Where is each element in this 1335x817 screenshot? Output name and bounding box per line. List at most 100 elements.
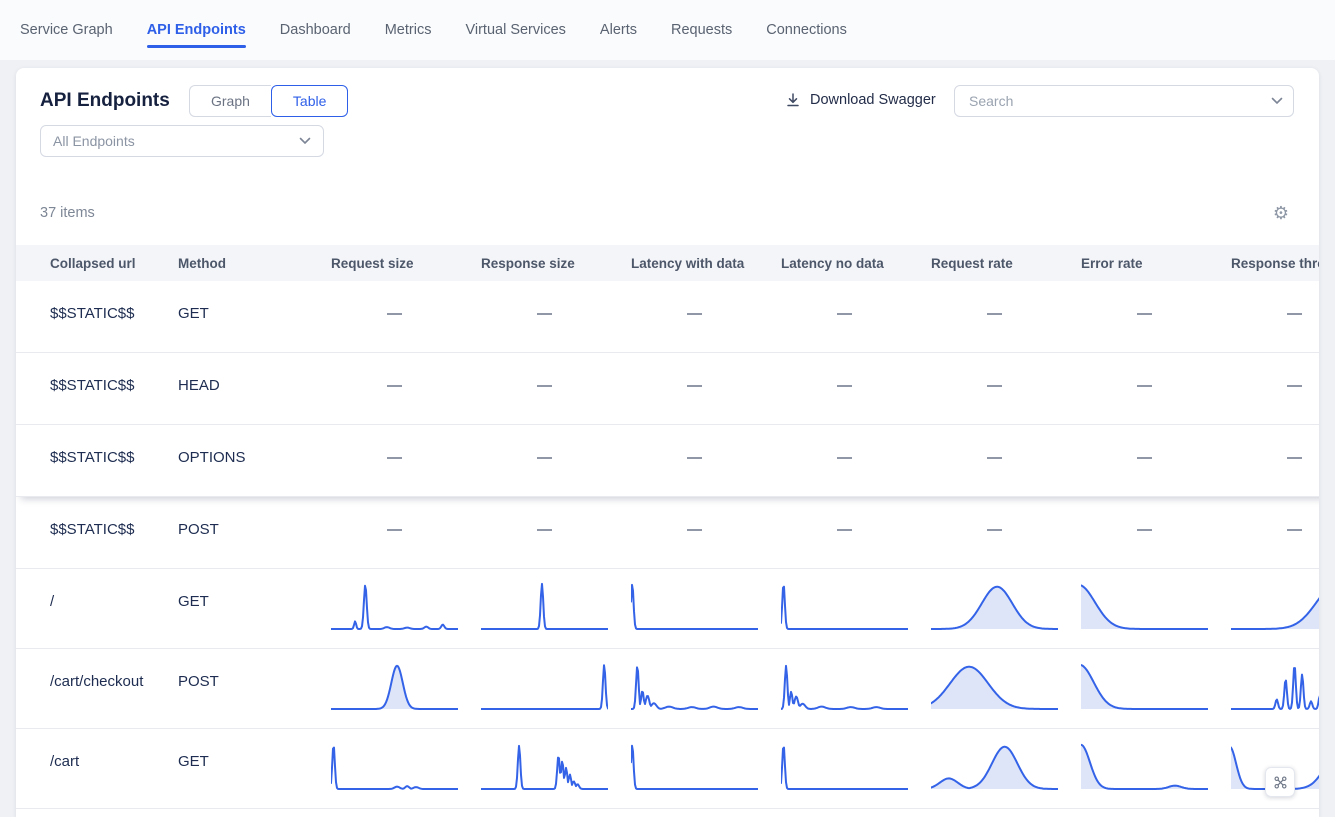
download-swagger-button[interactable]: Download Swagger <box>785 92 936 108</box>
graph-view-button[interactable]: Graph <box>189 85 271 117</box>
response-size-sparkline <box>481 729 631 808</box>
empty-value: — <box>781 425 908 466</box>
url-cell: / <box>16 569 178 648</box>
error-rate-sparkline <box>1081 729 1231 808</box>
response-throughput-sparkline <box>1231 569 1319 648</box>
empty-value: — <box>481 497 608 538</box>
column-header-collapsed-url: Collapsed url <box>16 256 178 271</box>
empty-value: — <box>481 425 608 466</box>
url-cell: $$STATIC$$ <box>16 425 178 496</box>
url-cell: $$STATIC$$ <box>16 497 178 568</box>
latency-with-data-empty-cell: — <box>631 353 781 424</box>
endpoint-row: $$STATIC$$GET——————— <box>16 281 1319 353</box>
empty-value: — <box>931 497 1058 538</box>
latency-no-data-empty-cell: — <box>781 353 931 424</box>
request-rate-sparkline <box>931 729 1081 808</box>
method-cell: OPTIONS <box>178 425 331 496</box>
latency-with-data-empty-cell: — <box>631 281 781 352</box>
empty-value: — <box>1231 497 1319 538</box>
nav-tab-alerts[interactable]: Alerts <box>600 0 637 60</box>
url-cell: /cart/checkout <box>16 649 178 728</box>
download-icon <box>785 92 801 108</box>
empty-value: — <box>1081 353 1208 394</box>
empty-value: — <box>631 497 758 538</box>
url-cell: $$STATIC$$ <box>16 353 178 424</box>
empty-value: — <box>1231 281 1319 322</box>
empty-value: — <box>931 281 1058 322</box>
request-size-sparkline <box>331 569 481 648</box>
endpoint-row: /cartGET <box>16 729 1319 809</box>
nav-tab-virtual-services[interactable]: Virtual Services <box>465 0 565 60</box>
empty-value: — <box>1081 497 1208 538</box>
endpoint-row: $$STATIC$$HEAD——————— <box>16 353 1319 425</box>
response-throughput-empty-cell: — <box>1231 425 1319 496</box>
request-size-empty-cell: — <box>331 425 481 496</box>
response-size-sparkline <box>481 649 631 728</box>
gear-icon: ⚙ <box>1273 203 1289 223</box>
nav-tab-requests[interactable]: Requests <box>671 0 732 60</box>
endpoints-table: Collapsed urlMethodRequest sizeResponse … <box>16 245 1319 817</box>
request-size-empty-cell: — <box>331 281 481 352</box>
latency-with-data-empty-cell: — <box>631 425 781 496</box>
error-rate-empty-cell: — <box>1081 281 1231 352</box>
download-swagger-label: Download Swagger <box>810 92 936 108</box>
error-rate-sparkline <box>1081 649 1231 728</box>
empty-value: — <box>331 425 458 466</box>
table-settings-button[interactable]: ⚙ <box>1268 200 1294 226</box>
error-rate-empty-cell: — <box>1081 425 1231 496</box>
empty-value: — <box>781 353 908 394</box>
request-size-sparkline <box>331 649 481 728</box>
method-cell: HEAD <box>178 353 331 424</box>
nav-tab-connections[interactable]: Connections <box>766 0 847 60</box>
table-header-row: Collapsed urlMethodRequest sizeResponse … <box>16 245 1319 281</box>
response-throughput-empty-cell: — <box>1231 497 1319 568</box>
empty-value: — <box>781 497 908 538</box>
expand-nodes-icon <box>1273 775 1288 790</box>
empty-value: — <box>931 353 1058 394</box>
url-cell: $$STATIC$$ <box>16 281 178 352</box>
search-box <box>954 85 1294 117</box>
endpoint-filter-select[interactable]: All Endpoints <box>40 125 324 157</box>
response-size-sparkline <box>481 569 631 648</box>
latency-no-data-empty-cell: — <box>781 497 931 568</box>
method-cell: POST <box>178 649 331 728</box>
latency-with-data-empty-cell: — <box>631 497 781 568</box>
method-cell: GET <box>178 569 331 648</box>
chevron-down-icon[interactable] <box>1271 97 1283 105</box>
column-header-request-rate: Request rate <box>931 256 1081 271</box>
request-rate-empty-cell: — <box>931 281 1081 352</box>
method-cell: GET <box>178 729 331 808</box>
search-input[interactable] <box>967 92 1271 110</box>
error-rate-empty-cell: — <box>1081 497 1231 568</box>
column-header-latency-no-data: Latency no data <box>781 256 931 271</box>
empty-value: — <box>331 281 458 322</box>
response-size-empty-cell: — <box>481 497 631 568</box>
request-size-empty-cell: — <box>331 353 481 424</box>
request-size-empty-cell: — <box>331 497 481 568</box>
endpoint-row: /cart/checkoutPOST <box>16 649 1319 729</box>
latency-with-data-sparkline <box>631 729 781 808</box>
response-size-empty-cell: — <box>481 425 631 496</box>
empty-value: — <box>781 281 908 322</box>
nav-tab-metrics[interactable]: Metrics <box>385 0 432 60</box>
api-endpoints-panel: API Endpoints Graph Table All Endpoints … <box>16 68 1319 817</box>
items-count: 37 items <box>40 205 95 221</box>
error-rate-sparkline <box>1081 569 1231 648</box>
empty-value: — <box>481 353 608 394</box>
nav-tab-service-graph[interactable]: Service Graph <box>20 0 113 60</box>
nav-tab-api-endpoints[interactable]: API Endpoints <box>147 0 246 60</box>
empty-value: — <box>931 425 1058 466</box>
empty-value: — <box>1231 353 1319 394</box>
column-header-request-size: Request size <box>331 256 481 271</box>
column-header-method: Method <box>178 256 331 271</box>
table-view-button[interactable]: Table <box>271 85 348 117</box>
expand-chart-button[interactable] <box>1265 767 1295 797</box>
request-rate-sparkline <box>931 569 1081 648</box>
view-toggle: Graph Table <box>189 85 348 117</box>
error-rate-empty-cell: — <box>1081 353 1231 424</box>
response-throughput-empty-cell: — <box>1231 281 1319 352</box>
request-rate-empty-cell: — <box>931 353 1081 424</box>
nav-tab-dashboard[interactable]: Dashboard <box>280 0 351 60</box>
latency-no-data-empty-cell: — <box>781 425 931 496</box>
column-header-error-rate: Error rate <box>1081 256 1231 271</box>
